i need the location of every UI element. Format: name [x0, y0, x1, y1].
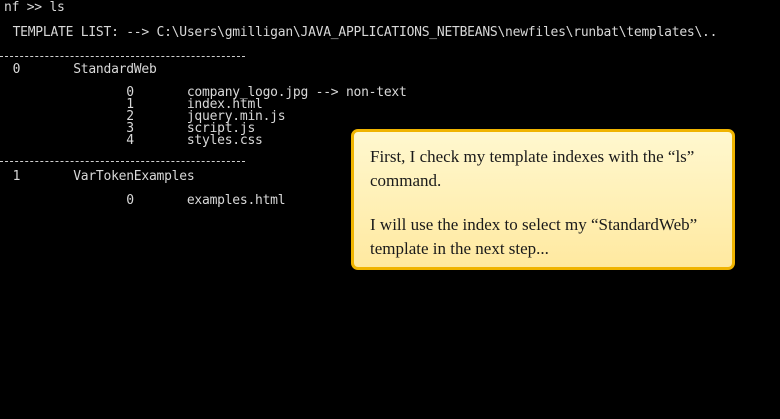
tutorial-callout: First, I check my template indexes with …: [351, 129, 735, 270]
divider-1: [0, 56, 245, 57]
callout-text-2: I will use the index to select my “Stand…: [370, 215, 698, 258]
console-window: nf >> ls TEMPLATE LIST: --> C:\Users\gmi…: [0, 0, 780, 419]
template-list-header: TEMPLATE LIST: --> C:\Users\gmilligan\JA…: [5, 25, 718, 40]
divider-2: [0, 161, 245, 162]
file-entry: 0 examples.html: [5, 193, 286, 208]
callout-text-1: First, I check my template indexes with …: [370, 147, 695, 190]
prompt-line: nf >> ls: [4, 0, 65, 15]
template-entry-vartokenexamples: 1 VarTokenExamples: [5, 169, 195, 184]
file-entry: 4 styles.css: [5, 133, 263, 148]
template-entry-standardweb: 0 StandardWeb: [5, 62, 157, 77]
